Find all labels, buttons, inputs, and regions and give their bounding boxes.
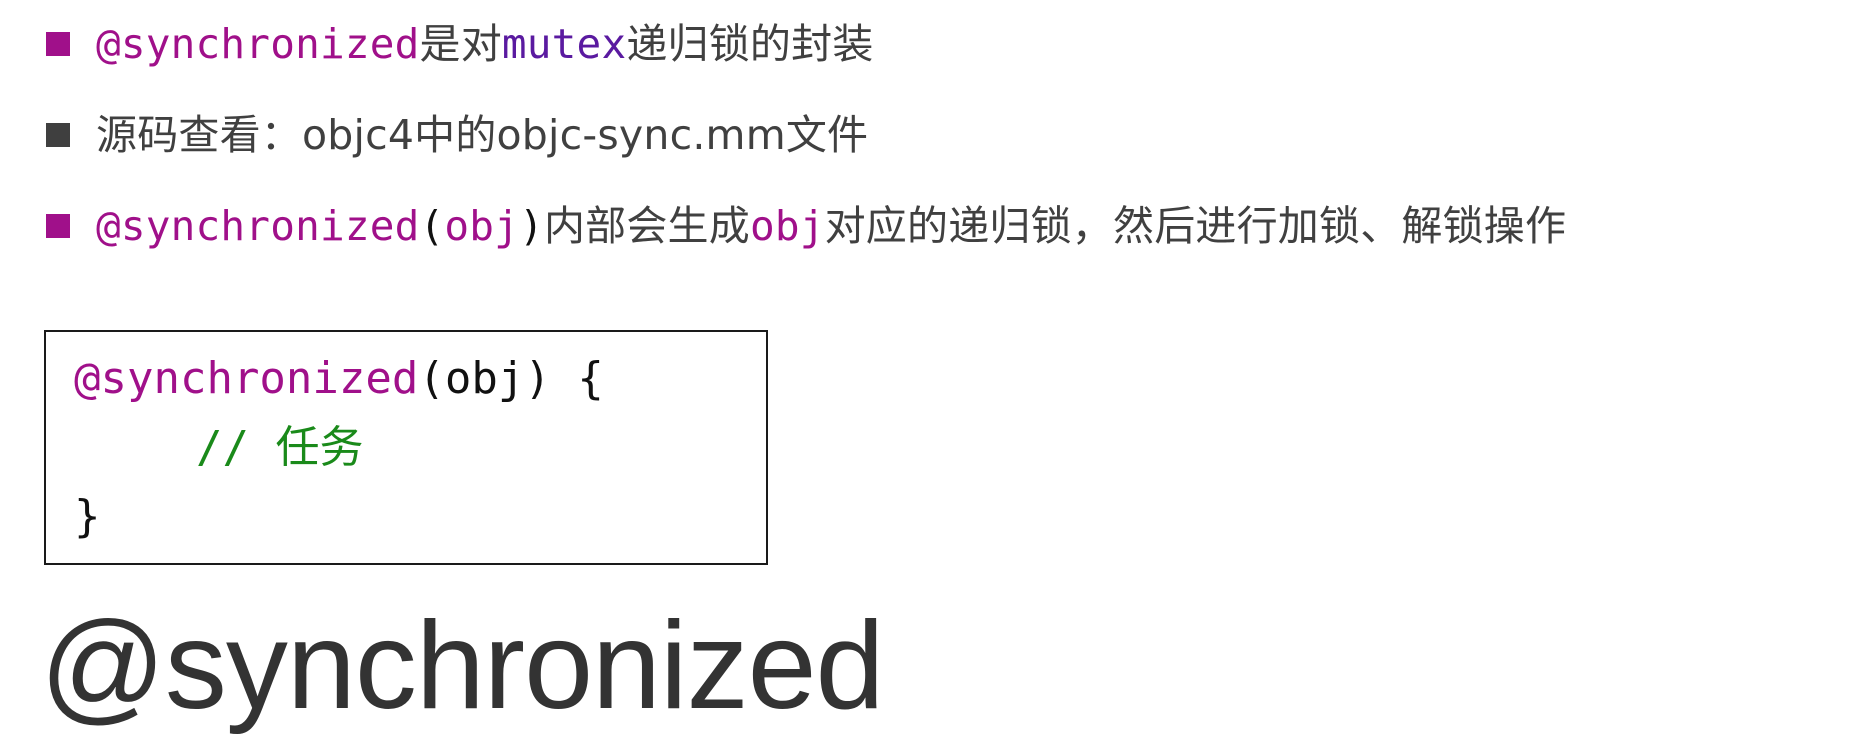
- keyword-synchronized: @synchronized: [96, 202, 420, 250]
- page-title: @synchronized: [40, 597, 884, 735]
- bullet-square-icon: [46, 32, 70, 56]
- paren-close: ): [519, 202, 544, 250]
- bullet-text-2: 源码查看：objc4中的objc-sync.mm文件: [96, 105, 868, 165]
- text-segment: 递归锁的封装: [626, 20, 874, 68]
- bullet-item-3: @synchronized ( obj ) 内部会生成 obj 对应的递归锁，然…: [46, 196, 1566, 256]
- bullet-item-2: 源码查看：objc4中的objc-sync.mm文件: [46, 105, 868, 165]
- code-args: (obj) {: [418, 353, 604, 404]
- bullet-square-icon: [46, 123, 70, 147]
- code-keyword: @synchronized: [74, 353, 419, 404]
- bullet-item-1: @synchronized 是对 mutex 递归锁的封装: [46, 14, 874, 74]
- bullet-square-icon: [46, 214, 70, 238]
- keyword-mutex: mutex: [501, 20, 627, 68]
- code-comment: // 任务: [196, 422, 364, 473]
- code-line-3: }: [74, 491, 101, 542]
- code-block: @synchronized(obj) { // 任务 }: [44, 330, 768, 565]
- bullet-text-3: @synchronized ( obj ) 内部会生成 obj 对应的递归锁，然…: [96, 196, 1566, 256]
- keyword-obj: obj: [444, 202, 520, 250]
- keyword-synchronized: @synchronized: [96, 20, 420, 68]
- paren-open: (: [419, 202, 445, 250]
- keyword-obj: obj: [749, 202, 825, 250]
- code-line-1: @synchronized(obj) {: [74, 349, 604, 409]
- text-segment: 对应的递归锁，然后进行加锁、解锁操作: [824, 202, 1567, 250]
- bullet-text-1: @synchronized 是对 mutex 递归锁的封装: [96, 14, 874, 74]
- source-location-text: 源码查看：objc4中的objc-sync.mm文件: [96, 111, 869, 159]
- text-segment: 内部会生成: [543, 202, 750, 250]
- text-segment: 是对: [419, 20, 502, 68]
